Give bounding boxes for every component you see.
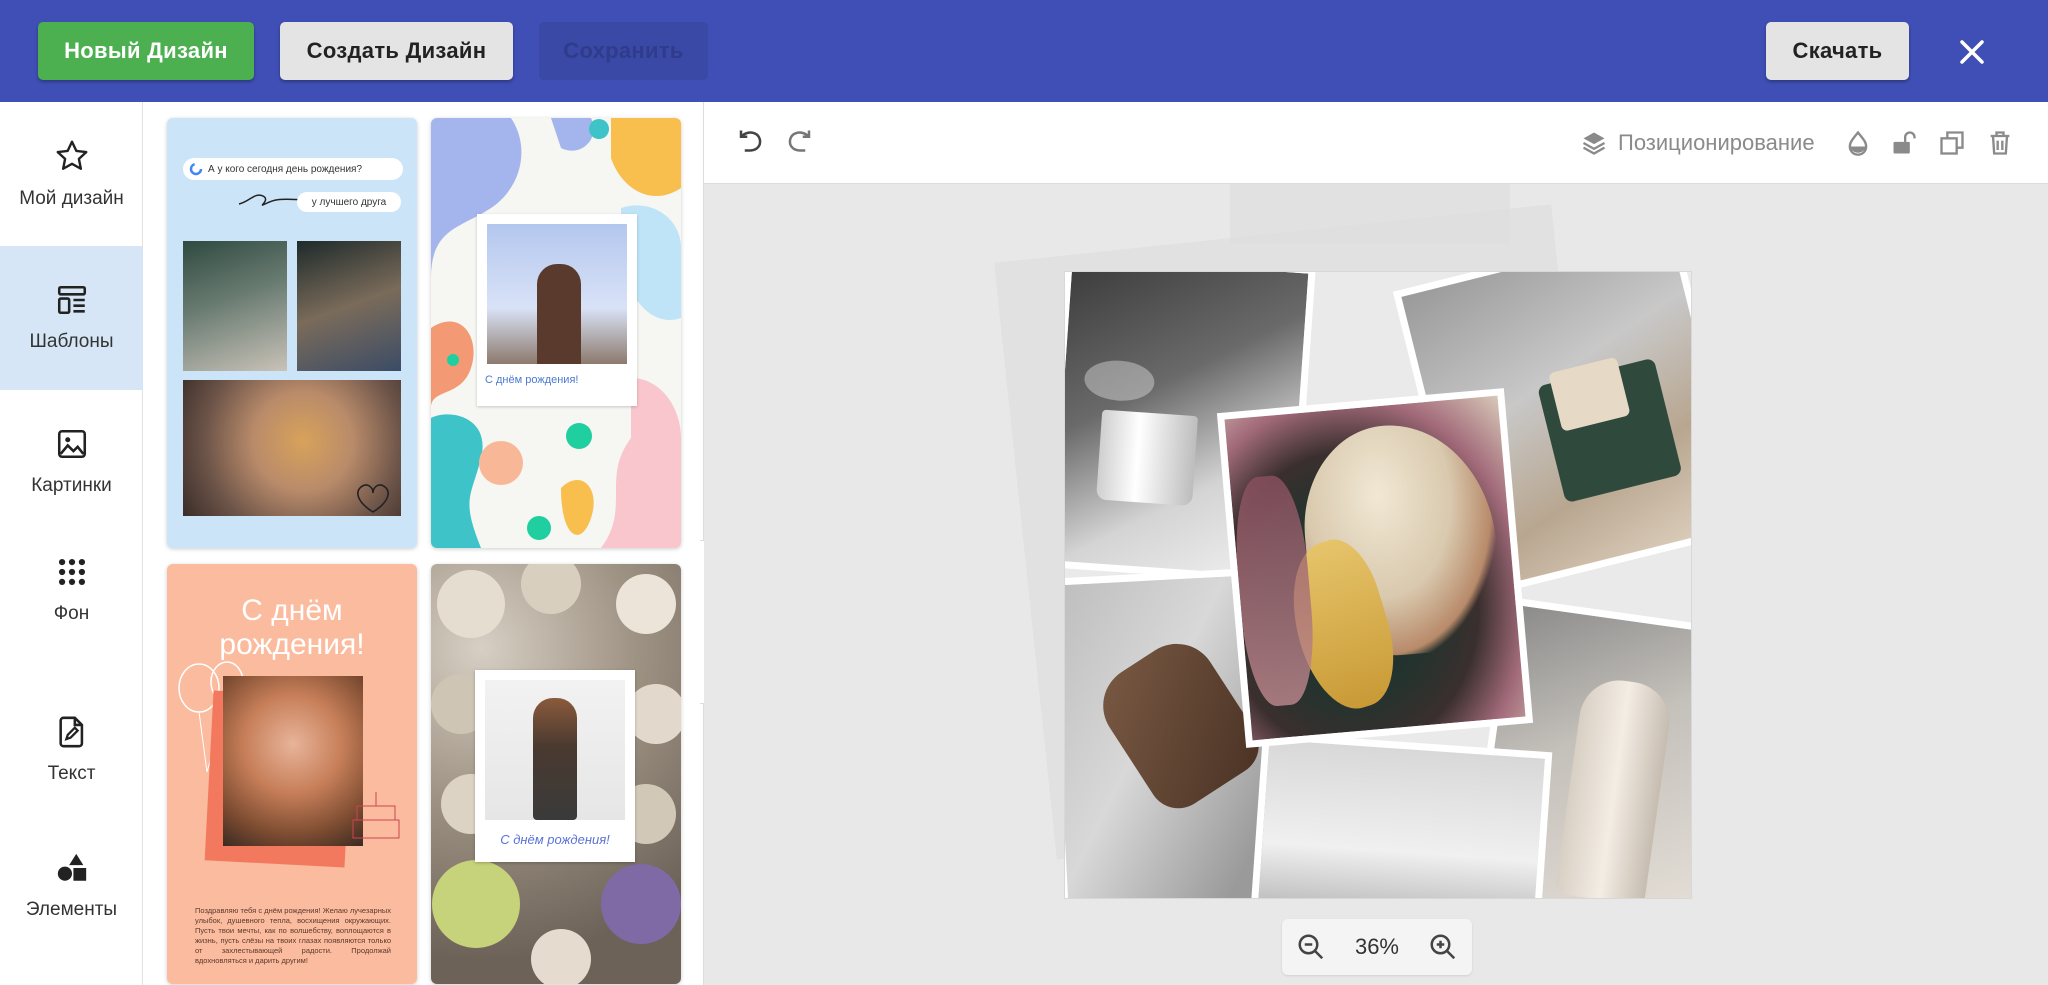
star-icon <box>56 140 87 170</box>
template-photo <box>487 224 627 364</box>
template-card[interactable]: А у кого сегодня день рождения? у лучшег… <box>167 118 417 548</box>
collage-photo-light[interactable] <box>1247 732 1553 898</box>
canvas-area <box>704 184 2048 985</box>
create-design-button[interactable]: Создать Дизайн <box>280 22 513 80</box>
search-bubble: А у кого сегодня день рождения? <box>183 158 403 180</box>
sidebar-item-label: Текст <box>47 763 96 784</box>
positioning-label: Позиционирование <box>1618 130 1815 155</box>
sidebar-item-label: Картинки <box>31 475 112 496</box>
template-caption: С днём рождения! <box>500 832 610 847</box>
google-icon <box>189 162 203 176</box>
templates-icon <box>57 285 86 315</box>
zoom-control: 36% <box>1282 919 1472 975</box>
sidebar-item-images[interactable]: Картинки <box>0 390 143 534</box>
image-icon <box>57 429 86 459</box>
delete-icon[interactable] <box>1986 126 2014 160</box>
template-photo <box>223 676 363 846</box>
zoom-out-icon[interactable] <box>1296 932 1326 962</box>
design-canvas[interactable] <box>1065 272 1691 898</box>
positioning-button[interactable]: Позиционирование <box>1580 126 1815 160</box>
new-design-button[interactable]: Новый Дизайн <box>38 22 254 80</box>
redo-icon[interactable] <box>784 126 814 160</box>
sidebar-item-label: Фон <box>53 603 90 624</box>
cake-icon <box>352 792 400 839</box>
undo-icon[interactable] <box>736 126 766 160</box>
template-photo <box>183 241 287 371</box>
top-bar: Новый Дизайн Создать Дизайн Сохранить Ск… <box>0 0 2048 102</box>
download-button[interactable]: Скачать <box>1766 22 1909 80</box>
shapes-icon <box>57 853 86 881</box>
template-card[interactable]: С днём рождения! <box>431 118 681 548</box>
duplicate-icon[interactable] <box>1938 126 1966 160</box>
heart-icon <box>357 484 389 513</box>
collage-photo-flower[interactable] <box>1216 388 1534 748</box>
sidebar: Мой дизайн Шаблоны Картинки Фон Текст Эл… <box>0 102 143 985</box>
sidebar-item-text[interactable]: Текст <box>0 678 143 822</box>
editor-toolbar: Позиционирование <box>704 102 2048 184</box>
opacity-icon[interactable] <box>1844 126 1872 160</box>
sidebar-item-my-design[interactable]: Мой дизайн <box>0 102 143 246</box>
template-photo <box>297 241 401 371</box>
save-button[interactable]: Сохранить <box>539 22 708 80</box>
sidebar-item-label: Мой дизайн <box>19 188 124 209</box>
template-card[interactable]: С днём рождения! <box>431 564 681 984</box>
document-edit-icon <box>58 716 83 748</box>
template-caption: С днём рождения! <box>485 374 579 386</box>
reply-bubble: у лучшего друга <box>297 192 401 212</box>
zoom-in-icon[interactable] <box>1428 932 1458 962</box>
unlock-icon[interactable] <box>1890 126 1918 160</box>
dots-grid-icon <box>58 558 85 586</box>
template-title: С днём рождения! <box>219 594 365 661</box>
template-body: Поздравляю тебя с днём рождения! Желаю л… <box>195 906 391 965</box>
template-photo <box>485 680 625 820</box>
sidebar-item-label: Элементы <box>25 899 118 920</box>
templates-panel: А у кого сегодня день рождения? у лучшег… <box>143 102 704 985</box>
sidebar-item-templates[interactable]: Шаблоны <box>0 246 143 390</box>
search-text: А у кого сегодня день рождения? <box>208 163 363 175</box>
zoom-level: 36% <box>1354 934 1399 959</box>
sidebar-item-label: Шаблоны <box>29 331 114 352</box>
sidebar-item-elements[interactable]: Элементы <box>0 814 143 958</box>
template-card[interactable]: С днём рождения! Поздравляю тебя с днём … <box>167 564 417 984</box>
polaroid-frame: С днём рождения! <box>477 214 637 406</box>
layers-icon <box>1582 132 1606 155</box>
sidebar-item-background[interactable]: Фон <box>0 518 143 662</box>
close-icon[interactable] <box>1950 30 1994 74</box>
polaroid-frame: С днём рождения! <box>475 670 635 862</box>
